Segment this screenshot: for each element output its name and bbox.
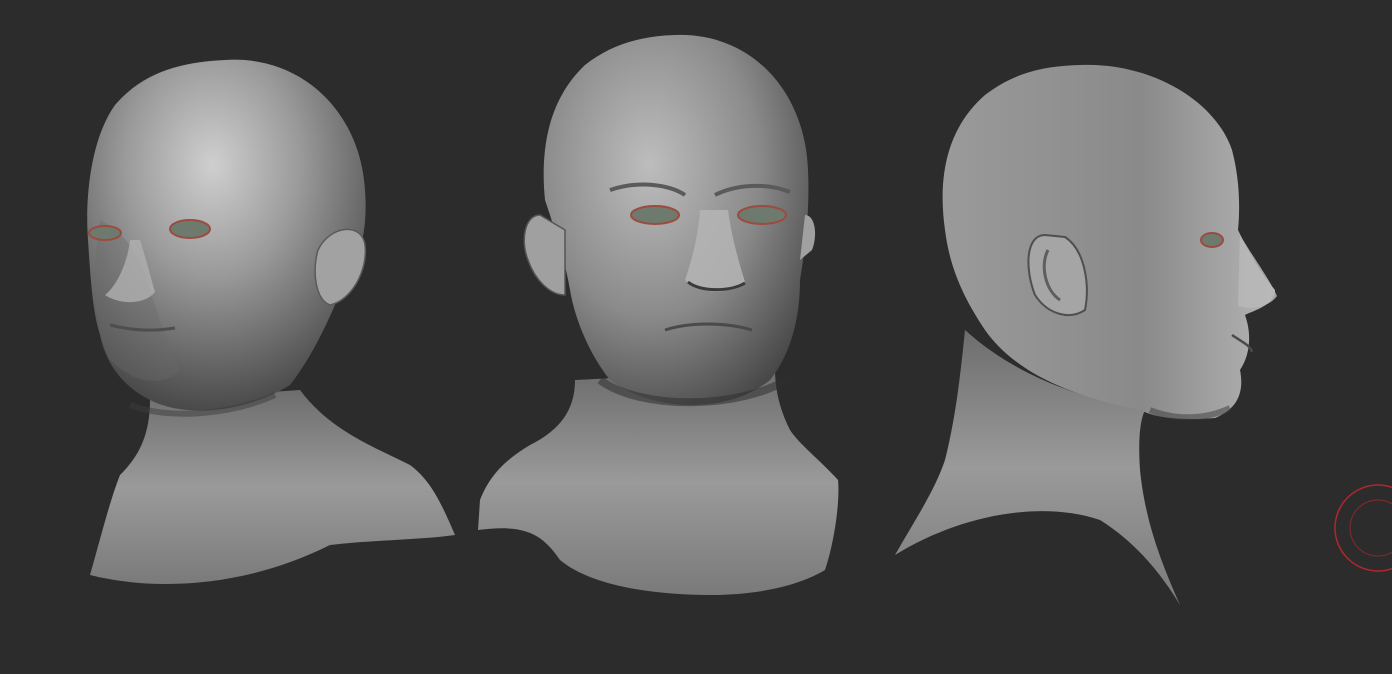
head-front-view[interactable] bbox=[478, 34, 839, 595]
nose bbox=[1238, 235, 1277, 308]
ear-left bbox=[523, 214, 566, 296]
head-three-quarter-view[interactable] bbox=[87, 59, 455, 584]
eye-right bbox=[737, 205, 787, 225]
sculpt-canvas[interactable] bbox=[0, 0, 1392, 674]
eye-right bbox=[169, 219, 211, 239]
brush-cursor-inner bbox=[1349, 499, 1392, 557]
eye-left bbox=[88, 225, 122, 241]
head-profile-view[interactable] bbox=[895, 64, 1277, 605]
eye bbox=[1200, 232, 1224, 248]
eye-left bbox=[630, 205, 680, 225]
brush-cursor-outer bbox=[1334, 484, 1392, 572]
neck-shoulders bbox=[90, 390, 455, 584]
brush-circle-icon[interactable] bbox=[1334, 484, 1392, 572]
sculpt-viewport[interactable] bbox=[0, 0, 1392, 674]
